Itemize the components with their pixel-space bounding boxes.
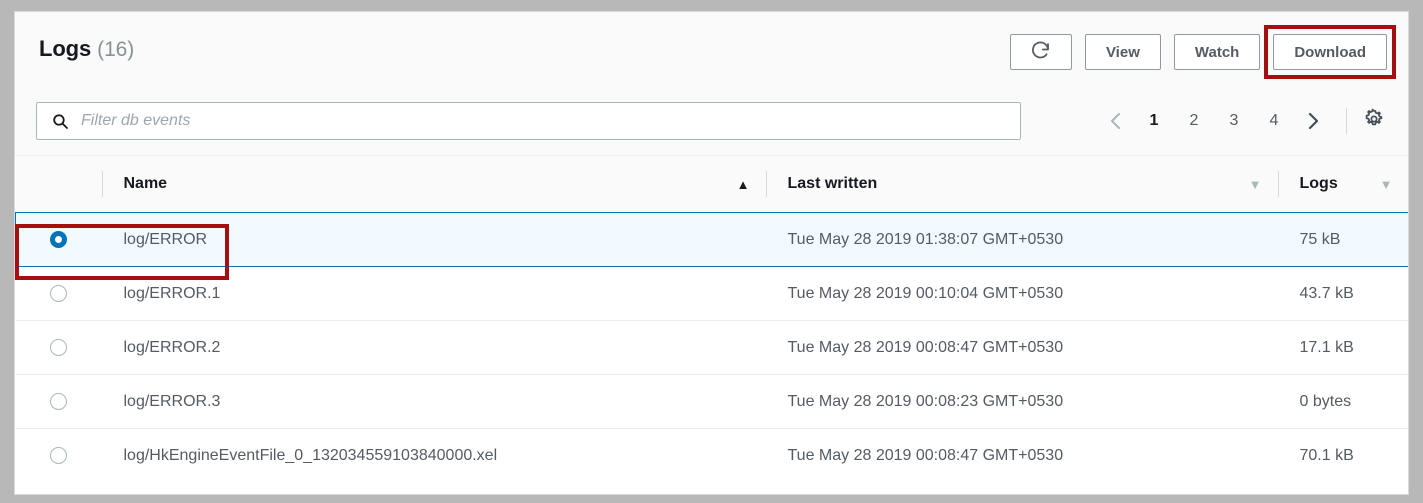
chevron-left-icon: [1108, 111, 1123, 131]
row-last-written-cell: Tue May 28 2019 01:38:07 GMT+0530: [766, 213, 1278, 267]
row-radio[interactable]: [50, 447, 67, 464]
pagination-divider: [1346, 108, 1347, 134]
panel-header: Logs (16) View Watch Download: [15, 12, 1408, 90]
row-last-written: Tue May 28 2019 00:08:23 GMT+0530: [766, 393, 1064, 410]
row-last-written-cell: Tue May 28 2019 00:08:47 GMT+0530: [766, 429, 1278, 483]
refresh-button[interactable]: [1010, 34, 1072, 70]
row-size-cell: 75 kB: [1278, 213, 1409, 267]
row-size-cell: 0 bytes: [1278, 375, 1409, 429]
pagination-page-2[interactable]: 2: [1174, 102, 1214, 140]
row-name-cell: log/ERROR.2: [102, 321, 766, 375]
app-frame: Logs (16) View Watch Download: [0, 0, 1423, 503]
page-title: Logs (16): [39, 36, 134, 62]
column-header-logs[interactable]: Logs ▼: [1278, 156, 1409, 213]
table-body: log/ERROR Tue May 28 2019 01:38:07 GMT+0…: [16, 213, 1409, 483]
table-row[interactable]: log/ERROR.2 Tue May 28 2019 00:08:47 GMT…: [16, 321, 1409, 375]
page-title-text: Logs: [39, 36, 91, 61]
row-last-written-cell: Tue May 28 2019 00:08:23 GMT+0530: [766, 375, 1278, 429]
search-input[interactable]: [81, 112, 1020, 130]
row-last-written: Tue May 28 2019 01:38:07 GMT+0530: [766, 231, 1064, 248]
row-size: 43.7 kB: [1278, 285, 1354, 302]
table-row[interactable]: log/ERROR Tue May 28 2019 01:38:07 GMT+0…: [16, 213, 1409, 267]
row-name-cell: log/ERROR.3: [102, 375, 766, 429]
row-name-cell: log/HkEngineEventFile_0_1320345591038400…: [102, 429, 766, 483]
row-size: 75 kB: [1278, 231, 1341, 248]
table-row[interactable]: log/HkEngineEventFile_0_1320345591038400…: [16, 429, 1409, 483]
row-size: 17.1 kB: [1278, 339, 1354, 356]
column-divider: [102, 171, 103, 197]
row-size: 70.1 kB: [1278, 447, 1354, 464]
row-last-written: Tue May 28 2019 00:08:47 GMT+0530: [766, 447, 1064, 464]
row-name: log/ERROR.1: [102, 285, 221, 302]
select-column-header: [16, 156, 102, 213]
row-size-cell: 70.1 kB: [1278, 429, 1409, 483]
row-name-cell: log/ERROR.1: [102, 267, 766, 321]
row-select-cell[interactable]: [16, 429, 102, 483]
view-button[interactable]: View: [1085, 34, 1161, 70]
pagination-page-3[interactable]: 3: [1214, 102, 1254, 140]
header-actions: View Watch Download: [1010, 34, 1387, 70]
row-radio[interactable]: [50, 339, 67, 356]
row-size-cell: 17.1 kB: [1278, 321, 1409, 375]
row-radio[interactable]: [50, 285, 67, 302]
pagination-page-4[interactable]: 4: [1254, 102, 1294, 140]
row-name: log/ERROR.2: [102, 339, 221, 356]
table-header-row: Name ▲ Last written ▼: [16, 156, 1409, 213]
row-last-written: Tue May 28 2019 00:10:04 GMT+0530: [766, 285, 1064, 302]
search-icon: [52, 113, 69, 130]
table-row[interactable]: log/ERROR.1 Tue May 28 2019 00:10:04 GMT…: [16, 267, 1409, 321]
sort-descending-icon[interactable]: ▼: [1249, 178, 1262, 191]
table-preferences-button[interactable]: [1359, 106, 1389, 136]
sort-descending-icon[interactable]: ▼: [1380, 178, 1393, 191]
download-button-annotation: Download: [1273, 34, 1387, 70]
row-last-written: Tue May 28 2019 00:08:47 GMT+0530: [766, 339, 1064, 356]
filter-row: 1 2 3 4: [15, 90, 1408, 156]
column-header-last-written[interactable]: Last written ▼: [766, 156, 1278, 213]
row-select-cell[interactable]: [16, 375, 102, 429]
row-name: log/HkEngineEventFile_0_1320345591038400…: [102, 447, 498, 464]
table-row[interactable]: log/ERROR.3 Tue May 28 2019 00:08:23 GMT…: [16, 375, 1409, 429]
logs-panel: Logs (16) View Watch Download: [14, 11, 1409, 495]
row-select-cell[interactable]: [16, 213, 102, 267]
download-button[interactable]: Download: [1273, 34, 1387, 70]
sort-ascending-icon[interactable]: ▲: [737, 178, 750, 191]
row-last-written-cell: Tue May 28 2019 00:08:47 GMT+0530: [766, 321, 1278, 375]
column-header-logs-label: Logs: [1278, 175, 1338, 193]
row-select-cell[interactable]: [16, 321, 102, 375]
row-size: 0 bytes: [1278, 393, 1352, 410]
row-name: log/ERROR: [102, 231, 208, 248]
pagination-page-1[interactable]: 1: [1134, 102, 1174, 140]
gear-icon: [1363, 108, 1385, 135]
column-header-name-label: Name: [102, 175, 168, 193]
pagination: 1 2 3 4: [1096, 102, 1389, 140]
refresh-icon: [1030, 40, 1051, 65]
chevron-right-icon: [1306, 111, 1321, 131]
column-header-name[interactable]: Name ▲: [102, 156, 766, 213]
logs-table: Name ▲ Last written ▼: [15, 156, 1409, 483]
row-radio[interactable]: [50, 393, 67, 410]
watch-button[interactable]: Watch: [1174, 34, 1260, 70]
column-header-last-written-label: Last written: [766, 175, 878, 193]
row-name: log/ERROR.3: [102, 393, 221, 410]
row-radio-selected[interactable]: [50, 231, 67, 248]
table-header: Name ▲ Last written ▼: [16, 156, 1409, 213]
pagination-next-button[interactable]: [1294, 102, 1332, 140]
page-title-count: (16): [97, 38, 134, 61]
row-select-cell[interactable]: [16, 267, 102, 321]
column-divider: [766, 171, 767, 197]
row-name-cell: log/ERROR: [102, 213, 766, 267]
row-size-cell: 43.7 kB: [1278, 267, 1409, 321]
pagination-prev-button[interactable]: [1096, 102, 1134, 140]
search-field-wrapper[interactable]: [36, 102, 1021, 140]
column-divider: [1278, 171, 1279, 197]
row-last-written-cell: Tue May 28 2019 00:10:04 GMT+0530: [766, 267, 1278, 321]
